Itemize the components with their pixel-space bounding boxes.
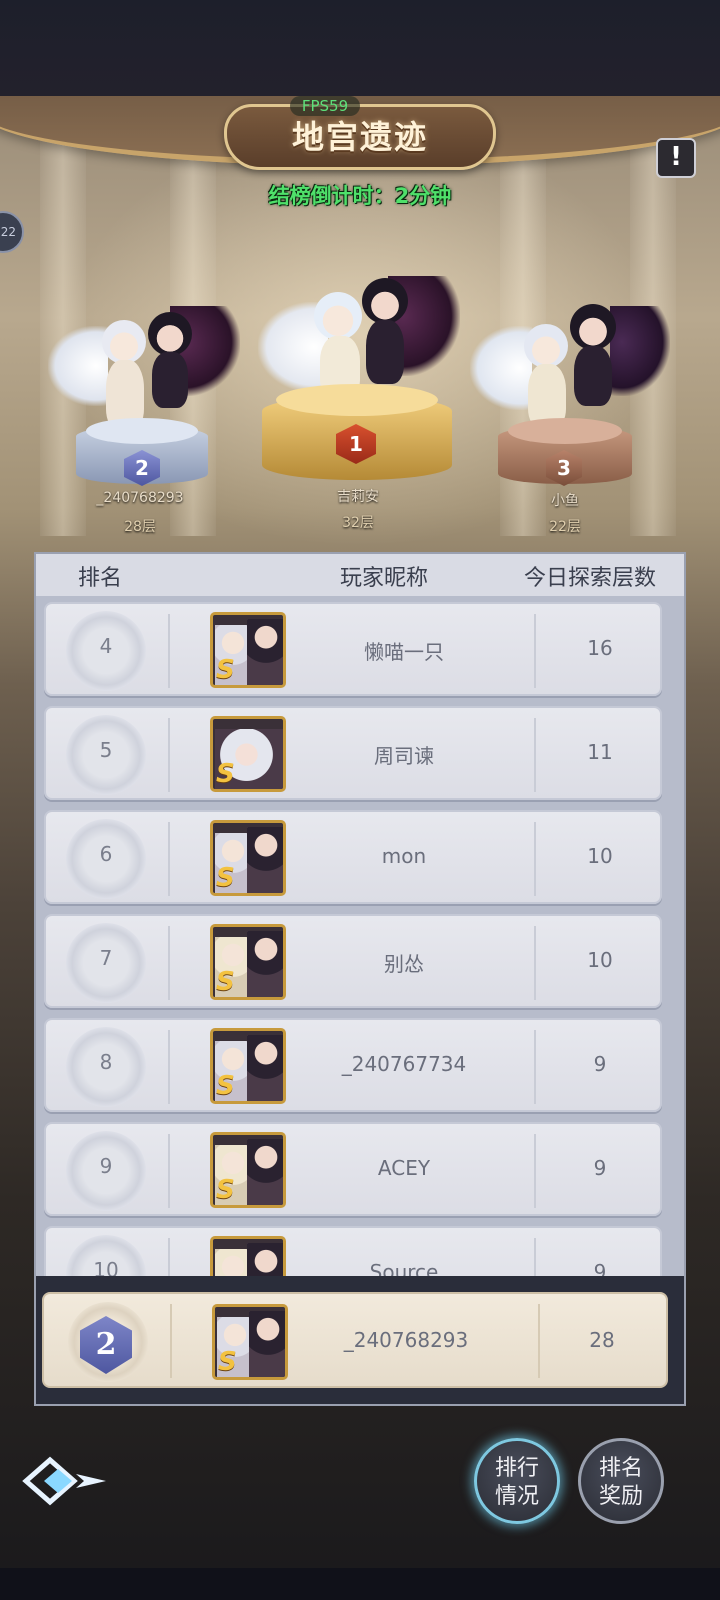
column-divider	[168, 718, 170, 792]
header-name: 玩家昵称	[340, 566, 429, 591]
back-arrow-icon	[22, 1456, 106, 1506]
podium-floor: 32层	[342, 515, 374, 531]
angel-head	[524, 324, 568, 368]
floor-count: 11	[587, 740, 613, 764]
demon-head	[570, 304, 616, 350]
table-row[interactable]: 8 S _240767734 9	[44, 1018, 662, 1112]
rank-number: 7	[99, 946, 113, 970]
table-row[interactable]: 5 S 周司谏 11	[44, 706, 662, 800]
avatar[interactable]: S	[210, 1132, 286, 1208]
white-wing	[470, 326, 532, 410]
rank-number: 8	[99, 1050, 113, 1074]
avatar[interactable]: S	[210, 1236, 286, 1276]
white-wing	[48, 326, 108, 406]
page-title: 地宫遗迹	[291, 118, 428, 156]
countdown-text: 结榜倒计时：2分钟	[268, 184, 452, 208]
avatar[interactable]: S	[210, 716, 286, 792]
player-name: mon	[381, 844, 427, 868]
floor-count: 9	[593, 1260, 607, 1276]
demon-head	[362, 278, 408, 324]
help-button[interactable]: !	[656, 138, 696, 178]
exclamation-icon: !	[670, 142, 682, 172]
leaderboard-panel: 排名 玩家昵称 今日探索层数 4 S 懒喵一只 16 5 S 周司谏 11 6 …	[34, 552, 686, 1406]
table-row[interactable]: 6 S mon 10	[44, 810, 662, 904]
floor-count: 9	[593, 1052, 607, 1076]
rank-number: 6	[99, 842, 113, 866]
column-divider	[168, 1238, 170, 1276]
ranking-status-button[interactable]: 排行 情况	[474, 1438, 560, 1524]
fps-counter: FPS59	[290, 96, 360, 116]
podium-name: _240768293	[96, 490, 184, 506]
floor-count: 16	[587, 636, 613, 660]
column-divider	[168, 822, 170, 896]
table-row[interactable]: 9 S ACEY 9	[44, 1122, 662, 1216]
my-floor-count: 28	[589, 1328, 615, 1352]
game-stage: 地宫遗迹 FPS59 结榜倒计时：2分钟 ! 22 2 _240768293 2…	[0, 96, 720, 1568]
rank-number: 10	[93, 1258, 119, 1276]
column-divider	[170, 1304, 172, 1378]
table-row[interactable]: 10 S Source 9	[44, 1226, 662, 1276]
rank-number: 4	[99, 634, 113, 658]
podium-third[interactable]: 3 小鱼 22层	[470, 276, 670, 536]
podium-first[interactable]: 1 吉莉安 32层	[258, 246, 460, 536]
podium-name: 吉莉安	[337, 489, 379, 505]
rank-number: 5	[99, 738, 113, 762]
player-name: Source	[369, 1260, 439, 1276]
player-name: _240767734	[341, 1052, 467, 1076]
demon-body	[366, 320, 404, 384]
floor-count: 9	[593, 1156, 607, 1180]
table-header: 排名 玩家昵称 今日探索层数	[36, 554, 684, 596]
player-name: 周司谏	[374, 744, 434, 768]
dark-wing	[610, 306, 670, 396]
floor-count: 10	[587, 844, 613, 868]
column-divider	[168, 1134, 170, 1208]
demon-head	[148, 312, 192, 356]
my-name: _240768293	[343, 1328, 469, 1352]
avatar[interactable]: S	[210, 820, 286, 896]
status-bar-area	[0, 0, 720, 96]
floor-count: 10	[587, 948, 613, 972]
angel-head	[102, 320, 146, 364]
rank-number: 9	[99, 1154, 113, 1178]
avatar[interactable]: S	[212, 1304, 288, 1380]
ranking-status-label-2: 情况	[494, 1484, 539, 1509]
ranking-rewards-label-2: 奖励	[598, 1484, 643, 1509]
gold-pedestal-top	[276, 384, 438, 416]
navigation-bar-area	[0, 1568, 720, 1600]
column-divider	[168, 1030, 170, 1104]
back-button[interactable]	[20, 1454, 112, 1508]
podium-name: 小鱼	[551, 493, 579, 509]
header-floors: 今日探索层数	[524, 566, 657, 591]
title-banner: 地宫遗迹 FPS59	[0, 96, 720, 182]
silver-pedestal-top	[86, 418, 198, 444]
podium-second[interactable]: 2 _240768293 28层	[40, 276, 240, 536]
bronze-pedestal-top	[508, 418, 622, 444]
angel-head	[314, 292, 362, 340]
ranking-rewards-button[interactable]: 排名 奖励	[578, 1438, 664, 1524]
side-tab[interactable]: 22	[0, 211, 24, 253]
avatar[interactable]: S	[210, 612, 286, 688]
demon-body	[574, 346, 612, 406]
podium-floor: 28层	[124, 519, 156, 535]
player-name: 懒喵一只	[364, 640, 444, 664]
column-divider	[168, 926, 170, 1000]
my-rank-row: 2 S _240768293 28	[42, 1292, 668, 1388]
demon-body	[152, 352, 188, 408]
column-divider	[168, 614, 170, 688]
ranking-list[interactable]: 4 S 懒喵一只 16 5 S 周司谏 11 6 S mon 10 7 S 别怂…	[36, 596, 684, 1276]
header-rank: 排名	[78, 566, 123, 591]
ranking-rewards-label-1: 排名	[598, 1456, 643, 1481]
ranking-status-label-1: 排行	[494, 1456, 539, 1481]
table-row[interactable]: 4 S 懒喵一只 16	[44, 602, 662, 696]
avatar[interactable]: S	[210, 924, 286, 1000]
avatar[interactable]: S	[210, 1028, 286, 1104]
player-name: ACEY	[377, 1156, 431, 1180]
table-row[interactable]: 7 S 别怂 10	[44, 914, 662, 1008]
podium-floor: 22层	[549, 519, 581, 535]
bottom-bar: 排行 情况 排名 奖励	[0, 1410, 720, 1568]
player-name: 别怂	[384, 952, 424, 976]
